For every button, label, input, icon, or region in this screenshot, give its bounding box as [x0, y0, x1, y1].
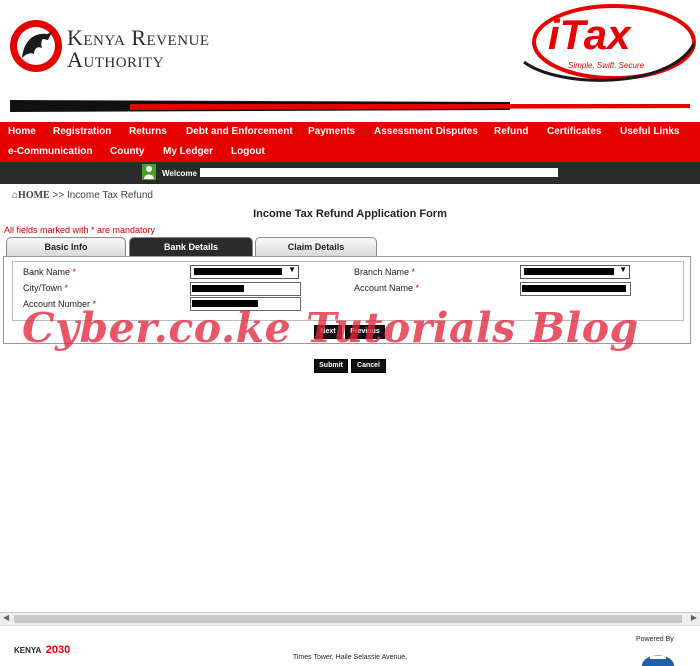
- nav-logout[interactable]: Logout: [231, 146, 265, 157]
- account-name-input[interactable]: [520, 282, 631, 296]
- powered-by-label: Powered By: [636, 636, 674, 643]
- bank-name-label: Bank Name *: [23, 267, 77, 277]
- breadcrumb-home[interactable]: HOME: [18, 190, 50, 201]
- form-title: Income Tax Refund Application Form: [253, 208, 447, 220]
- welcome-bar: Welcome: [0, 162, 700, 184]
- city-town-value-redacted: [192, 285, 244, 292]
- nav-registration[interactable]: Registration: [53, 126, 111, 137]
- mandatory-note: All fields marked with * are mandatory: [4, 225, 156, 235]
- account-name-value-redacted: [522, 285, 626, 292]
- nav-home[interactable]: Home: [8, 126, 36, 137]
- city-town-label: City/Town *: [23, 283, 69, 293]
- itax-title: iTax: [548, 11, 632, 58]
- branch-name-label: Branch Name *: [354, 267, 416, 277]
- branch-name-select[interactable]: ▼: [520, 265, 630, 279]
- watermark-text: Cyber.co.ke Tutorials Blog: [22, 304, 639, 352]
- org-name-line1: Kenya Revenue: [67, 25, 210, 50]
- bank-name-select[interactable]: ▼: [190, 265, 299, 279]
- horizontal-scrollbar[interactable]: ◀ ▶: [0, 612, 700, 626]
- user-icon: [142, 164, 156, 180]
- tab-bank-details[interactable]: Bank Details: [129, 237, 253, 257]
- itax-logo: iTax Simple, Swift, Secure: [523, 4, 696, 82]
- nav-refund[interactable]: Refund: [494, 126, 528, 137]
- main-nav: Home Registration Returns Debt and Enfor…: [0, 122, 700, 162]
- nav-e-communication[interactable]: e-Communication: [8, 146, 92, 157]
- breadcrumb-separator: >>: [52, 190, 65, 201]
- bank-name-value-redacted: [194, 268, 282, 275]
- kra-lion-logo-icon: [10, 20, 62, 72]
- footer-address: Times Tower, Haile Selassie Avenue,: [292, 654, 408, 661]
- tab-claim-details[interactable]: Claim Details: [255, 237, 377, 257]
- chevron-down-icon: ▼: [619, 265, 627, 274]
- chevron-down-icon: ▼: [288, 265, 296, 274]
- nav-county[interactable]: County: [110, 146, 144, 157]
- nav-payments[interactable]: Payments: [308, 126, 355, 137]
- nav-returns[interactable]: Returns: [129, 126, 167, 137]
- welcome-label: Welcome: [162, 169, 197, 178]
- kra-footer-logo-icon: [642, 655, 674, 666]
- nav-my-ledger[interactable]: My Ledger: [163, 146, 213, 157]
- scroll-left-icon[interactable]: ◀: [3, 613, 9, 622]
- nav-useful-links[interactable]: Useful Links: [620, 126, 679, 137]
- itax-tagline: Simple, Swift, Secure: [568, 61, 645, 70]
- city-town-input[interactable]: [190, 282, 301, 296]
- cancel-button[interactable]: Cancel: [351, 359, 386, 373]
- breadcrumb: ⌂HOME >> Income Tax Refund: [12, 190, 153, 201]
- page-header: Kenya Revenue Authority iTax Simple, Swi…: [0, 0, 700, 120]
- branch-name-value-redacted: [524, 268, 614, 275]
- welcome-user-name-redacted: [200, 168, 558, 177]
- header-stripe: [10, 100, 690, 112]
- tab-basic-info[interactable]: Basic Info: [6, 237, 126, 257]
- scroll-thumb[interactable]: [14, 615, 682, 623]
- nav-assessment-disputes[interactable]: Assessment Disputes: [374, 126, 478, 137]
- account-name-label: Account Name *: [354, 283, 420, 293]
- breadcrumb-current: Income Tax Refund: [66, 190, 153, 201]
- nav-debt-enforcement[interactable]: Debt and Enforcement: [186, 126, 293, 137]
- submit-button[interactable]: Submit: [314, 359, 348, 373]
- nav-certificates[interactable]: Certificates: [547, 126, 601, 137]
- org-name-line2: Authority: [67, 47, 165, 72]
- scroll-right-icon[interactable]: ▶: [691, 613, 697, 622]
